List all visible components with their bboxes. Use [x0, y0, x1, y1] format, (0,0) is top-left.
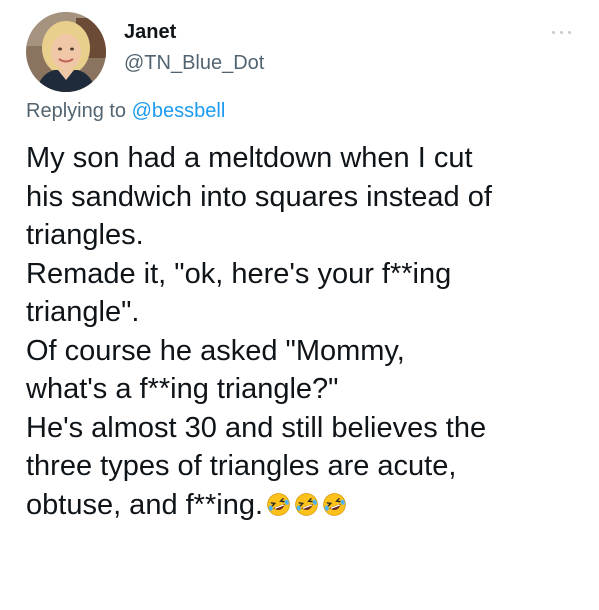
- tweet-text-line: his sandwich into squares instead of: [26, 180, 492, 213]
- tweet-text-line: Of course he asked "Mommy,: [26, 334, 405, 367]
- tweet-text-line: triangle".: [26, 296, 140, 328]
- tweet-text-line: three types of triangles are acute,: [26, 450, 457, 482]
- display-name[interactable]: Janet: [124, 21, 176, 44]
- tweet-text-line: obtuse, and f**ing.: [26, 488, 264, 521]
- tweet-text-line: He's almost 30 and still believes the: [26, 411, 487, 444]
- replying-to-label: Replying to: [26, 100, 127, 122]
- avatar[interactable]: [26, 12, 106, 92]
- rolling-on-floor-laughing-emoji-icon: [323, 492, 346, 516]
- tweet-text-line: triangles.: [26, 219, 144, 251]
- tweet-text-last-line: obtuse, and f**ing.: [26, 486, 594, 525]
- tweet-text-line: My son had a meltdown when I cut: [26, 142, 473, 174]
- mention-link[interactable]: @bessbell: [132, 100, 226, 122]
- replying-to: Replying to @bessbell: [26, 100, 225, 123]
- user-handle[interactable]: @TN_Blue_Dot: [124, 52, 264, 75]
- tweet-text-line: what's a f**ing triangle?": [26, 373, 339, 405]
- rolling-on-floor-laughing-emoji-icon: [267, 492, 290, 516]
- tweet: Janet @TN_Blue_Dot Replying to @bessbell…: [0, 0, 599, 610]
- tweet-text-line: Remade it, "ok, here's your f**ing: [26, 257, 452, 290]
- rolling-on-floor-laughing-emoji-icon: [295, 492, 318, 516]
- tweet-text: My son had a meltdown when I cut his san…: [26, 139, 594, 524]
- profile-photo-icon: [26, 12, 106, 92]
- more-options-icon[interactable]: [548, 22, 576, 42]
